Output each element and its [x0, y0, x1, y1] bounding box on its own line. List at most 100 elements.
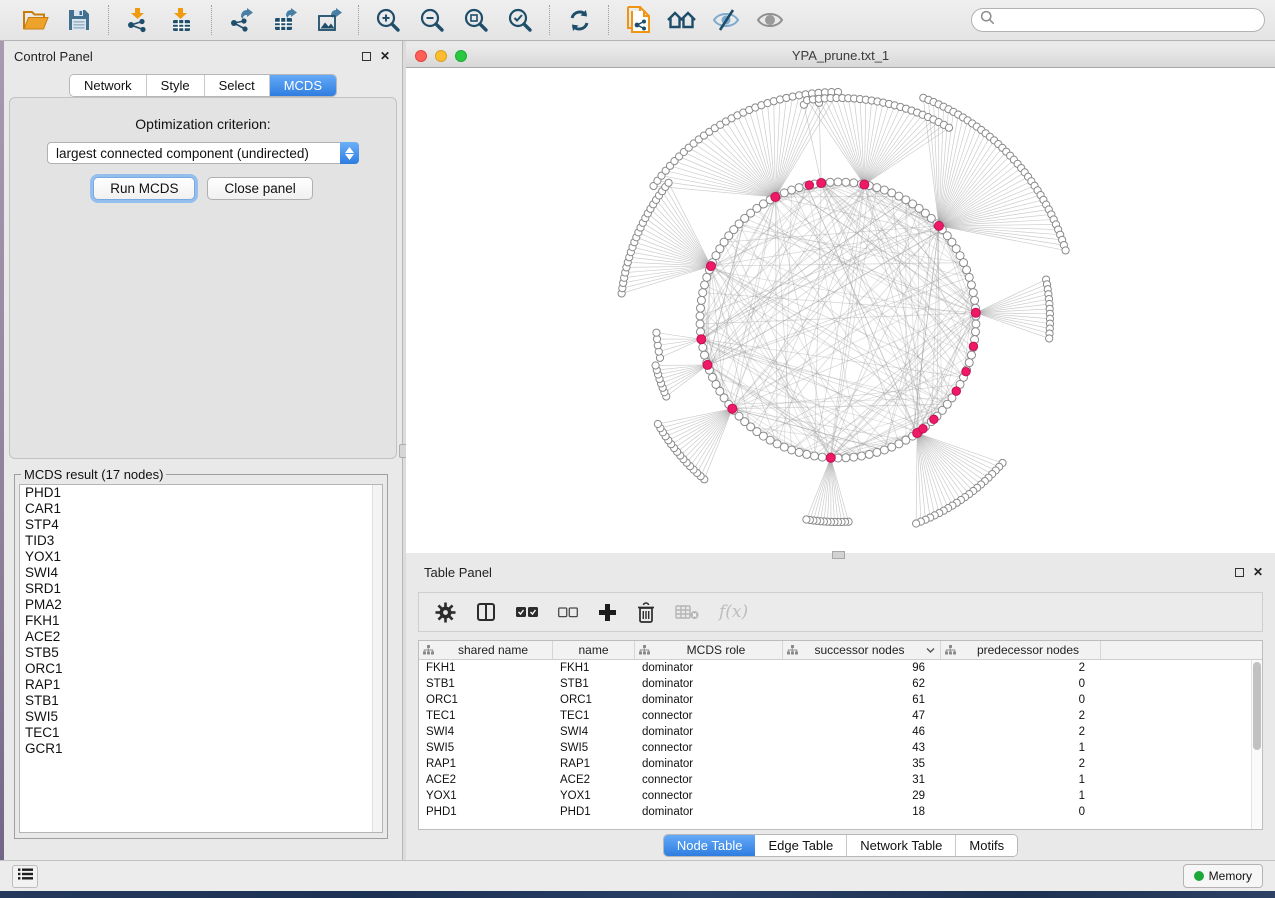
- close-panel-icon[interactable]: ✕: [380, 50, 390, 62]
- network-node[interactable]: [696, 312, 704, 320]
- network-leaf-node[interactable]: [1062, 247, 1069, 254]
- show-all-levels-button[interactable]: [667, 5, 697, 35]
- hide-selected-button[interactable]: [711, 5, 741, 35]
- cell-predecessor-nodes[interactable]: 2: [941, 756, 1101, 772]
- export-network-button[interactable]: [226, 5, 256, 35]
- add-column-icon[interactable]: [598, 603, 617, 622]
- mcds-result-item[interactable]: STB5: [20, 645, 382, 661]
- table-row[interactable]: ACE2ACE2connector311: [419, 772, 1262, 788]
- cell-successor-nodes[interactable]: 61: [783, 692, 941, 708]
- task-history-button[interactable]: [12, 865, 38, 888]
- table-row[interactable]: SWI4SWI4dominator462: [419, 724, 1262, 740]
- run-mcds-button[interactable]: Run MCDS: [93, 177, 195, 200]
- cell-shared-name[interactable]: ACE2: [419, 772, 553, 788]
- cell-shared-name[interactable]: SWI5: [419, 740, 553, 756]
- network-node[interactable]: [965, 359, 973, 367]
- delete-column-icon[interactable]: [637, 602, 655, 623]
- mcds-result-item[interactable]: FKH1: [20, 613, 382, 629]
- cell-successor-nodes[interactable]: 31: [783, 772, 941, 788]
- cell-shared-name[interactable]: STB1: [419, 676, 553, 692]
- network-node[interactable]: [858, 452, 866, 460]
- mcds-hub-node[interactable]: [952, 387, 960, 395]
- cell-predecessor-nodes[interactable]: 0: [941, 692, 1101, 708]
- cell-name[interactable]: FKH1: [553, 660, 635, 676]
- mcds-result-list[interactable]: PHD1CAR1STP4TID3YOX1SWI4SRD1PMA2FKH1ACE2…: [19, 484, 383, 833]
- network-node[interactable]: [965, 273, 973, 281]
- mcds-result-item[interactable]: ORC1: [20, 661, 382, 677]
- cell-shared-name[interactable]: YOX1: [419, 788, 553, 804]
- network-node[interactable]: [971, 328, 979, 336]
- network-node[interactable]: [788, 186, 796, 194]
- cell-shared-name[interactable]: ORC1: [419, 692, 553, 708]
- network-leaf-node[interactable]: [803, 516, 810, 523]
- network-canvas[interactable]: [406, 68, 1275, 553]
- search-box[interactable]: [971, 8, 1265, 32]
- cell-successor-nodes[interactable]: 18: [783, 804, 941, 820]
- mcds-result-item[interactable]: STB1: [20, 693, 382, 709]
- mcds-result-item[interactable]: SWI5: [20, 709, 382, 725]
- network-node[interactable]: [701, 281, 709, 289]
- network-node[interactable]: [818, 453, 826, 461]
- table-scrollbar[interactable]: [1251, 660, 1262, 829]
- import-network-button[interactable]: [123, 5, 153, 35]
- export-table-button[interactable]: [270, 5, 300, 35]
- table-row[interactable]: ORC1ORC1dominator610: [419, 692, 1262, 708]
- network-node[interactable]: [873, 184, 881, 192]
- cell-MCDS-role[interactable]: dominator: [635, 692, 783, 708]
- cell-successor-nodes[interactable]: 43: [783, 740, 941, 756]
- network-node[interactable]: [971, 296, 979, 304]
- cell-shared-name[interactable]: TEC1: [419, 708, 553, 724]
- new-network-from-selection-button[interactable]: [623, 5, 653, 35]
- cell-name[interactable]: SWI5: [553, 740, 635, 756]
- column-header-predecessor-nodes[interactable]: predecessor nodes: [941, 641, 1101, 659]
- zoom-in-button[interactable]: [373, 5, 403, 35]
- zoom-selected-button[interactable]: [505, 5, 535, 35]
- cell-name[interactable]: SWI4: [553, 724, 635, 740]
- table-row[interactable]: SWI5SWI5connector431: [419, 740, 1262, 756]
- table-row[interactable]: TEC1TEC1connector472: [419, 708, 1262, 724]
- table-scrollbar-thumb[interactable]: [1253, 662, 1261, 750]
- cell-predecessor-nodes[interactable]: 1: [941, 788, 1101, 804]
- zoom-out-button[interactable]: [417, 5, 447, 35]
- network-window-titlebar[interactable]: YPA_prune.txt_1: [406, 44, 1275, 68]
- cell-predecessor-nodes[interactable]: 0: [941, 804, 1101, 820]
- function-builder-icon[interactable]: f(x): [719, 602, 748, 622]
- cell-shared-name[interactable]: RAP1: [419, 756, 553, 772]
- network-node[interactable]: [697, 296, 705, 304]
- network-node[interactable]: [969, 289, 977, 297]
- network-leaf-node[interactable]: [945, 124, 952, 131]
- close-panel-button[interactable]: Close panel: [207, 177, 312, 200]
- tab-style[interactable]: Style: [147, 75, 205, 96]
- network-node[interactable]: [780, 189, 788, 197]
- network-node[interactable]: [795, 184, 803, 192]
- export-image-button[interactable]: [314, 5, 344, 35]
- network-node[interactable]: [842, 454, 850, 462]
- table-row[interactable]: YOX1YOX1connector291: [419, 788, 1262, 804]
- network-leaf-node[interactable]: [1046, 335, 1053, 342]
- mcds-result-item[interactable]: RAP1: [20, 677, 382, 693]
- network-node[interactable]: [696, 320, 704, 328]
- network-node[interactable]: [873, 448, 881, 456]
- cell-successor-nodes[interactable]: 46: [783, 724, 941, 740]
- column-header-name[interactable]: name: [553, 641, 635, 659]
- mcds-hub-node[interactable]: [728, 404, 737, 413]
- network-node[interactable]: [888, 443, 896, 451]
- mcds-result-item[interactable]: TID3: [20, 533, 382, 549]
- cell-name[interactable]: STB1: [553, 676, 635, 692]
- mcds-hub-node[interactable]: [934, 221, 943, 230]
- column-header-MCDS-role[interactable]: MCDS role: [635, 641, 783, 659]
- network-node[interactable]: [699, 343, 707, 351]
- mcds-hub-node[interactable]: [971, 308, 980, 317]
- float-panel-icon[interactable]: [362, 52, 371, 61]
- network-node[interactable]: [703, 273, 711, 281]
- refresh-button[interactable]: [564, 5, 594, 35]
- cell-predecessor-nodes[interactable]: 2: [941, 724, 1101, 740]
- network-node[interactable]: [842, 178, 850, 186]
- network-node[interactable]: [699, 289, 707, 297]
- table-row[interactable]: PHD1PHD1dominator180: [419, 804, 1262, 820]
- network-node[interactable]: [795, 448, 803, 456]
- cell-successor-nodes[interactable]: 62: [783, 676, 941, 692]
- cell-name[interactable]: TEC1: [553, 708, 635, 724]
- cell-successor-nodes[interactable]: 29: [783, 788, 941, 804]
- network-node[interactable]: [963, 266, 971, 274]
